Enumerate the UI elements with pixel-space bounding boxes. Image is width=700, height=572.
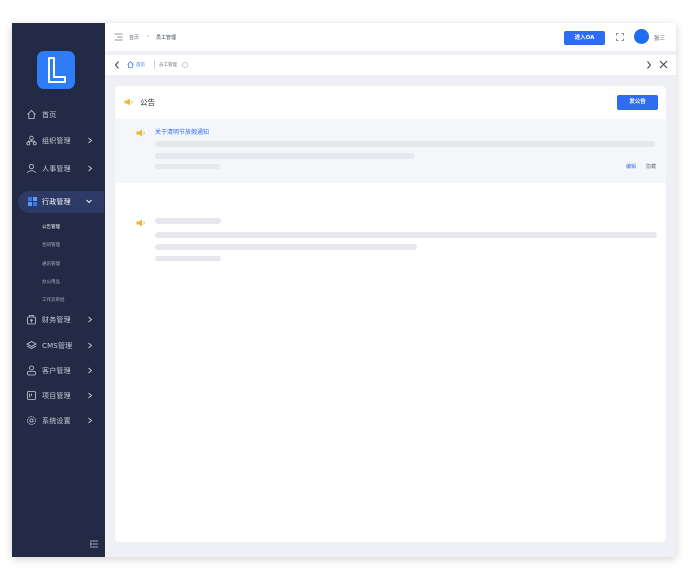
tab-home[interactable]: 首页 — [136, 62, 145, 68]
layers-icon — [26, 341, 37, 349]
announcement-title[interactable]: 关于清明节放假通知 — [155, 127, 209, 136]
publish-announcement-button[interactable]: 发公告 — [617, 95, 658, 110]
home-icon — [127, 61, 134, 68]
sidebar-item-label: 财务管理 — [42, 316, 71, 324]
sidebar-item-label: 系统设置 — [42, 417, 71, 425]
chevron-right-icon — [88, 392, 93, 399]
breadcrumb-home[interactable]: 首页 — [129, 34, 139, 41]
tab-divider — [154, 60, 155, 69]
org-icon — [26, 135, 37, 146]
chevron-right-icon — [88, 316, 93, 323]
sidebar: 首页 组织管理 人事管理 行政管理 公告管理 合同管理 通讯管理 办公用品 工作… — [12, 23, 105, 557]
content-placeholder — [155, 232, 657, 238]
fullscreen-icon[interactable] — [616, 33, 624, 41]
user-icon — [27, 163, 36, 174]
chevron-right-icon — [88, 137, 93, 144]
app-window: 首页 组织管理 人事管理 行政管理 公告管理 合同管理 通讯管理 办公用品 工作… — [12, 23, 676, 557]
content-placeholder — [155, 141, 655, 147]
edit-link[interactable]: 编辑 — [626, 163, 636, 170]
tab-staff-management[interactable]: 员工管理 — [159, 62, 177, 68]
sidebar-item-org[interactable]: 组织管理 — [12, 130, 105, 152]
announcement-item-loading — [115, 186, 666, 250]
customer-icon — [27, 365, 36, 376]
app-logo[interactable] — [37, 51, 75, 89]
submenu-item-announcements[interactable]: 公告管理 — [42, 224, 60, 230]
speaker-icon — [124, 98, 133, 106]
sidebar-item-customers[interactable]: 客户管理 — [12, 360, 105, 382]
panel-title: 公告 — [140, 98, 155, 107]
announcement-item[interactable]: 关于清明节放假通知 编辑 隐藏 — [115, 119, 666, 183]
tab-close-icon[interactable] — [182, 62, 188, 68]
announcement-panel: 公告 发公告 关于清明节放假通知 编辑 隐藏 — [115, 86, 666, 542]
username[interactable]: 张三 — [654, 34, 665, 42]
chevron-down-icon — [86, 199, 92, 204]
chevron-right-icon[interactable] — [646, 60, 652, 70]
submenu-item-office-supplies[interactable]: 办公用品 — [42, 279, 60, 285]
sidebar-item-finance[interactable]: 财务管理 — [12, 309, 105, 331]
content-placeholder — [155, 153, 415, 159]
title-placeholder — [155, 218, 221, 224]
submenu-item-communications[interactable]: 通讯管理 — [42, 261, 60, 267]
sidebar-item-label: 项目管理 — [42, 392, 71, 400]
avatar[interactable] — [634, 29, 649, 44]
chevron-right-icon — [88, 342, 93, 349]
sidebar-item-label: 首页 — [42, 111, 57, 119]
project-icon — [27, 391, 36, 400]
enter-oa-button[interactable]: 进入OA — [564, 31, 605, 45]
chevron-right-icon — [88, 417, 93, 424]
date-placeholder — [155, 164, 220, 169]
home-icon — [27, 109, 36, 119]
sidebar-item-label: 人事管理 — [42, 165, 71, 173]
submenu-item-contracts[interactable]: 合同管理 — [42, 242, 60, 248]
sidebar-item-cms[interactable]: CMS管理 — [12, 335, 105, 357]
sidebar-item-admin[interactable]: 行政管理 — [18, 191, 104, 213]
close-icon[interactable] — [659, 60, 668, 69]
top-bar: 首页 › 员工管理 进入OA 张三 — [105, 23, 676, 51]
sidebar-item-label: CMS管理 — [42, 342, 73, 350]
breadcrumb-current: 员工管理 — [156, 35, 177, 41]
sidebar-item-projects[interactable]: 项目管理 — [12, 385, 105, 407]
panel-header: 公告 发公告 — [115, 86, 666, 119]
finance-icon — [27, 315, 36, 325]
chevron-left-icon[interactable] — [114, 60, 120, 70]
sidebar-item-settings[interactable]: 系统设置 — [12, 410, 105, 432]
sidebar-item-label: 行政管理 — [42, 198, 71, 206]
chevron-right-icon — [88, 165, 93, 172]
settings-icon — [27, 416, 36, 425]
menu-icon[interactable] — [114, 33, 123, 41]
content-placeholder — [155, 244, 417, 250]
admin-icon — [28, 197, 37, 206]
speaker-icon — [136, 219, 145, 227]
tabs-bar: 首页 员工管理 — [105, 55, 676, 75]
submenu-item-workflow[interactable]: 工作流审批 — [42, 297, 65, 303]
hide-link[interactable]: 隐藏 — [646, 163, 656, 170]
sidebar-item-label: 组织管理 — [42, 137, 71, 145]
collapse-sidebar-icon[interactable] — [89, 540, 99, 548]
date-placeholder — [155, 256, 221, 261]
sidebar-item-hr[interactable]: 人事管理 — [12, 158, 105, 180]
chevron-right-icon — [88, 367, 93, 374]
breadcrumb-separator: › — [147, 33, 150, 40]
sidebar-item-home[interactable]: 首页 — [12, 104, 105, 126]
sidebar-item-label: 客户管理 — [42, 367, 71, 375]
speaker-icon — [136, 129, 145, 137]
